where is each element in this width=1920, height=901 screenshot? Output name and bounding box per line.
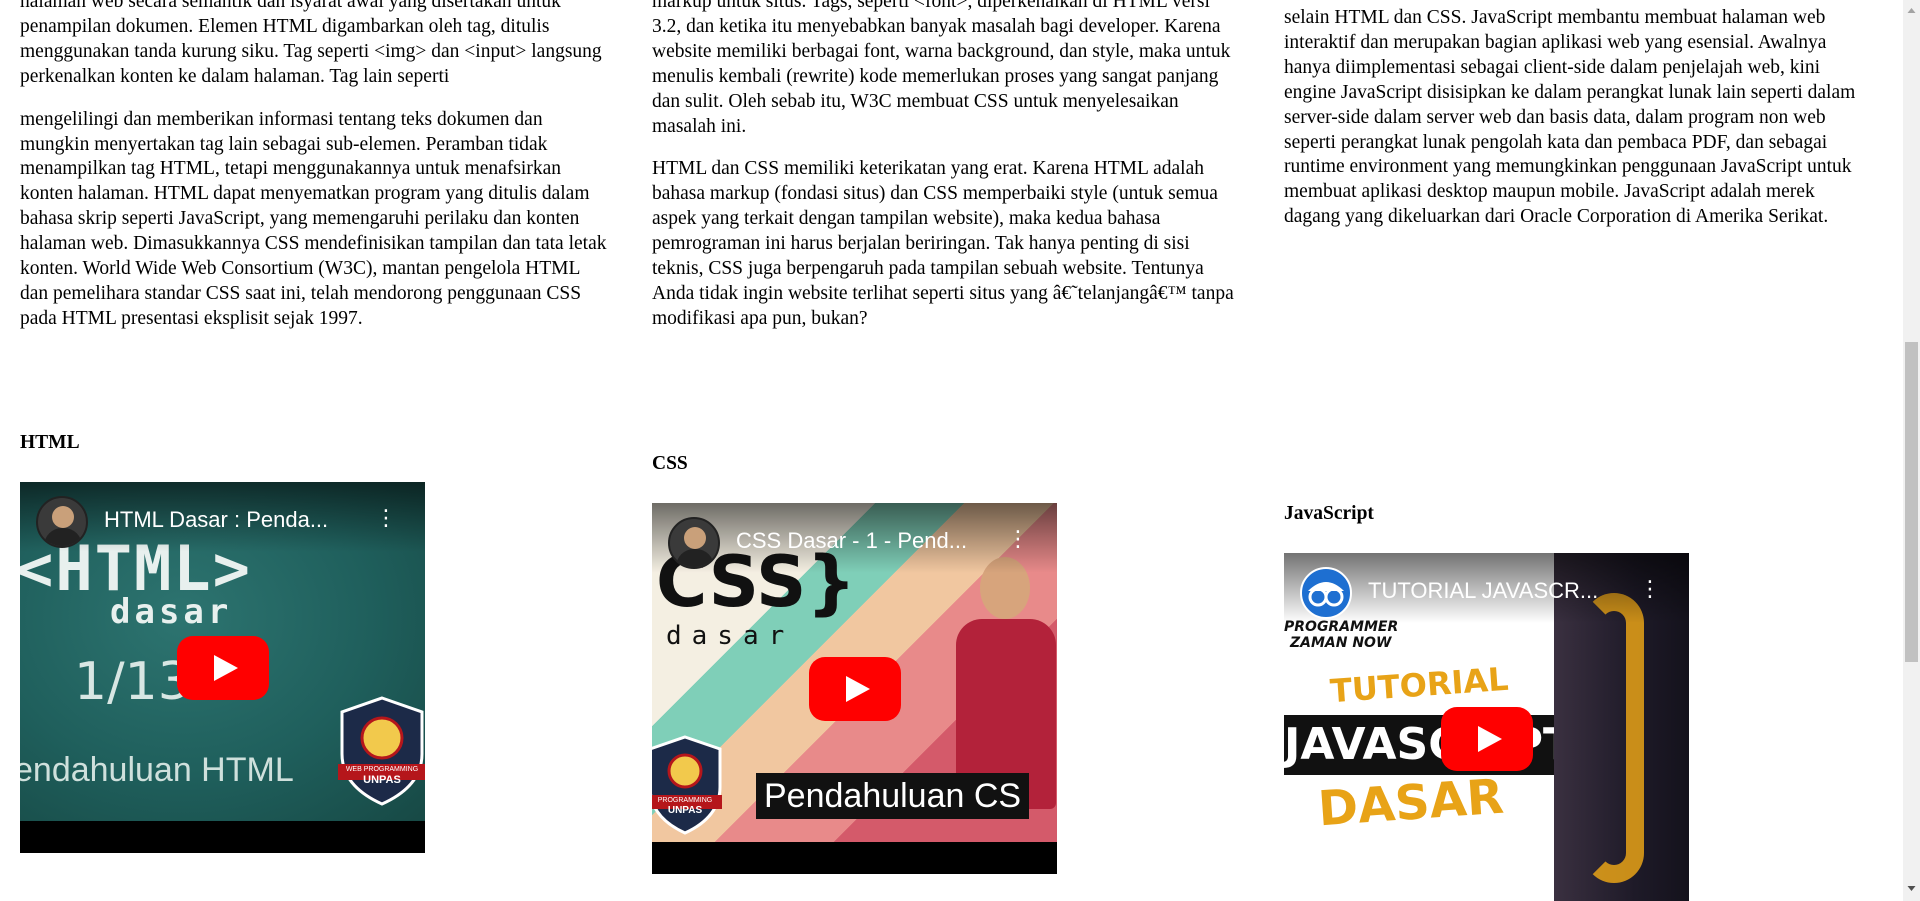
thumb-dasar-text: dasar (110, 592, 233, 632)
css-paragraph-1: markup untuk situs. Tags, seperti <font>… (652, 0, 1231, 137)
shield-icon (338, 696, 425, 806)
scroll-up-arrow-icon[interactable] (1907, 6, 1916, 15)
scroll-down-arrow-icon[interactable] (1907, 884, 1916, 893)
css-heading: CSS (652, 453, 688, 474)
channel-avatar[interactable] (1300, 567, 1352, 619)
badge-name: UNPAS (363, 774, 401, 786)
thumb-word-tutorial: TUTORIAL (1328, 659, 1510, 711)
youtube-play-icon[interactable] (176, 635, 269, 700)
html-paragraph-2: mengelilingi dan memberikan informasi te… (20, 108, 607, 329)
video-title[interactable]: TUTORIAL JAVASCR... (1368, 577, 1618, 605)
html-column: halaman web secara semantik dan isyarat … (20, 0, 608, 332)
video-title[interactable]: HTML Dasar : Penda... (104, 506, 354, 534)
html-video-embed[interactable]: <HTML> dasar 1/13 endahuluan HTML WEB PR… (20, 482, 425, 853)
css-column: markup untuk situs. Tags, seperti <font>… (652, 0, 1240, 332)
js-heading: JavaScript (1284, 503, 1374, 524)
vertical-scrollbar[interactable] (1903, 0, 1920, 901)
video-title[interactable]: CSS Dasar - 1 - Pend... (736, 527, 986, 555)
scrollbar-thumb[interactable] (1905, 342, 1918, 662)
css-video-embed[interactable]: CSS} dasar Pendahuluan CS PROGRAMMING UN… (652, 503, 1057, 874)
badge-subtitle: PROGRAMMING (657, 797, 713, 804)
js-column: selain HTML dan CSS. JavaScript membantu… (1284, 6, 1872, 230)
js-paragraph-1: selain HTML dan CSS. JavaScript membantu… (1284, 7, 1856, 228)
more-vert-icon[interactable]: ⋮ (375, 504, 397, 534)
channel-avatar[interactable] (36, 496, 88, 548)
unpas-badge: PROGRAMMING UNPAS (652, 735, 722, 835)
glasses-logo-icon (1308, 582, 1344, 607)
more-vert-icon[interactable]: ⋮ (1007, 525, 1029, 555)
thumb-caption: Pendahuluan CS (756, 773, 1030, 819)
youtube-play-icon[interactable] (808, 656, 901, 721)
badge-name: UNPAS (667, 805, 703, 816)
channel-name-line2: ZAMAN NOW (1290, 635, 1392, 651)
shield-icon (652, 735, 722, 835)
css-paragraph-2: HTML dan CSS memiliki keterikatan yang e… (652, 158, 1234, 329)
thumb-dasar-text: dasar (666, 621, 795, 651)
badge-subtitle: WEB PROGRAMMING (345, 766, 419, 773)
channel-avatar[interactable] (668, 517, 720, 569)
thumb-caption: endahuluan HTML (20, 751, 294, 789)
more-vert-icon[interactable]: ⋮ (1639, 575, 1661, 605)
thumb-js-shape (1584, 593, 1644, 883)
youtube-play-icon[interactable] (1440, 707, 1533, 771)
html-heading: HTML (20, 432, 80, 453)
thumb-episode-number: 1/13 (74, 652, 191, 712)
unpas-badge: WEB PROGRAMMING UNPAS (338, 696, 425, 806)
js-video-embed[interactable]: TUTORIAL JAVASCRIPT DASAR PROGRAMMER ZAM… (1284, 553, 1689, 901)
thumb-word-dasar: DASAR (1316, 768, 1506, 838)
html-paragraph-1: halaman web secara semantik dan isyarat … (20, 0, 602, 87)
